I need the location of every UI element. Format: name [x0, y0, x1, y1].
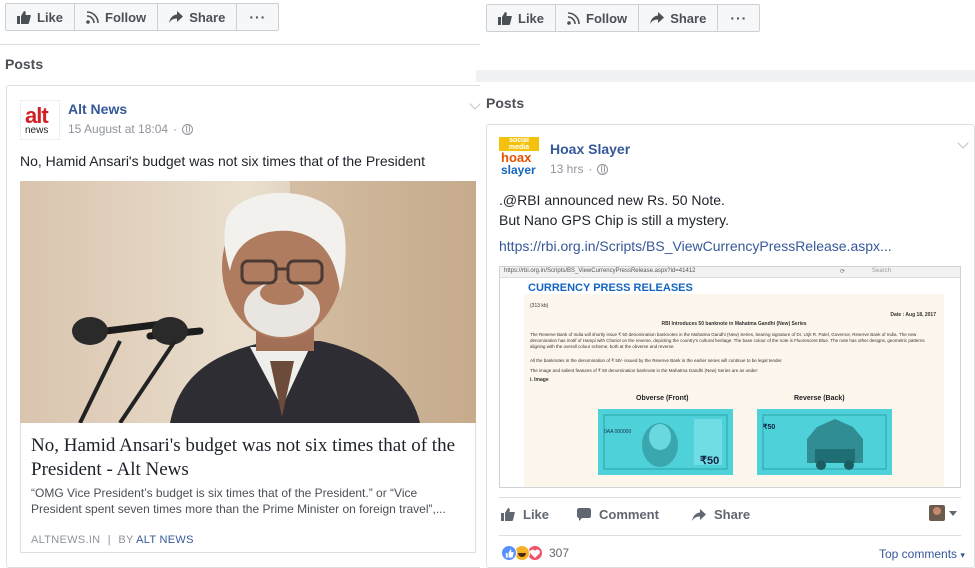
comment-icon	[577, 508, 591, 521]
divider-band	[476, 70, 975, 82]
post-url-link[interactable]: https://rbi.org.in/Scripts/BS_ViewCurren…	[499, 238, 892, 254]
release-date: Date : Aug 18, 2017	[890, 312, 936, 318]
chevron-down-icon[interactable]	[957, 137, 969, 149]
image-label: i. Image	[530, 377, 549, 383]
pdf-size: (313 kb)	[530, 303, 549, 309]
post-timestamp[interactable]: 13 hrs	[550, 162, 583, 176]
separator-dot: ·	[588, 162, 593, 176]
page-name-link[interactable]: Alt News	[68, 101, 127, 117]
share-post-button[interactable]: Share	[692, 507, 750, 522]
rbi-content: (313 kb) Date : Aug 18, 2017 RBI Introdu…	[524, 294, 944, 487]
reverse-label: Reverse (Back)	[794, 395, 845, 402]
top-comments-filter[interactable]: Top comments ▾	[879, 547, 965, 561]
right-page-pane: Like Follow Share ··· Posts social media…	[476, 0, 975, 568]
like-label: Like	[518, 10, 545, 26]
globe-icon[interactable]	[182, 123, 194, 135]
logo-band: social media	[499, 137, 539, 151]
attached-screenshot[interactable]: https://rbi.org.in/Scripts/BS_ViewCurren…	[499, 266, 961, 488]
release-para-1: The Reserve Bank of India will shortly i…	[530, 332, 925, 349]
share-label: Share	[189, 9, 226, 25]
note-value-front: ₹50	[700, 455, 720, 467]
note-reverse-image	[757, 409, 892, 475]
comment-button[interactable]: Comment	[577, 507, 659, 522]
comment-label: Comment	[599, 507, 659, 522]
post-card-altnews: alt news Alt News 15 August at 18:04 · N…	[6, 85, 480, 568]
page-action-bar: Like Follow Share ···	[486, 4, 761, 32]
rbi-heading: CURRENCY PRESS RELEASES	[528, 282, 693, 294]
obverse-label: Obverse (Front)	[636, 395, 689, 402]
rss-icon	[86, 10, 99, 24]
thumbs-up-icon	[498, 11, 512, 25]
post-text: .@RBI announced new Rs. 50 Note. But Nan…	[499, 190, 969, 230]
divider	[499, 535, 961, 536]
posts-section-title: Posts	[5, 56, 44, 72]
post-timestamp[interactable]: 15 August at 18:04	[68, 122, 168, 136]
post-text: No, Hamid Ansari's budget was not six ti…	[20, 153, 425, 169]
release-title: RBI Introduces 50 banknote in Mahatma Ga…	[661, 321, 807, 327]
reactions-summary[interactable]: 307	[501, 545, 569, 561]
share-arrow-icon	[169, 11, 184, 23]
release-para-3: The image and salient features of ₹ 50 d…	[530, 368, 759, 373]
divider	[0, 44, 480, 45]
logo-line-social: social	[509, 137, 529, 144]
divider	[499, 497, 961, 498]
posts-section-title: Posts	[486, 95, 525, 111]
thumbs-up-icon	[501, 508, 515, 521]
follow-label: Follow	[586, 10, 628, 26]
browser-search: Search	[872, 268, 892, 274]
browser-bar: https://rbi.org.in/Scripts/BS_ViewCurren…	[500, 267, 960, 278]
post-meta: 15 August at 18:04 ·	[68, 122, 194, 136]
hoaxslayer-avatar[interactable]: social media hoax slayer	[499, 137, 539, 177]
logo-subtext: news	[25, 125, 49, 136]
follow-page-button[interactable]: Follow	[556, 5, 640, 31]
link-preview-frame	[20, 423, 476, 553]
serial-number: 0AA 000000	[604, 429, 632, 435]
share-label: Share	[714, 507, 751, 522]
like-label: Like	[523, 507, 550, 522]
share-label: Share	[670, 10, 707, 26]
caret-down-icon	[949, 510, 957, 516]
post-text-line: But Nano GPS Chip is still a mystery.	[499, 212, 730, 228]
browser-url: https://rbi.org.in/Scripts/BS_ViewCurren…	[504, 268, 696, 274]
top-comments-label: Top comments	[879, 547, 958, 561]
link-preview-photo[interactable]	[20, 181, 476, 423]
share-arrow-icon	[692, 508, 706, 521]
post-card-hoaxslayer: social media hoax slayer Hoax Slayer 13 …	[486, 124, 975, 568]
separator-dot: ·	[173, 122, 178, 136]
thumbs-up-icon	[17, 10, 31, 24]
left-page-pane: Like Follow Share ··· Posts alt news Alt…	[0, 0, 480, 568]
refresh-icon: ⟳	[840, 269, 846, 275]
more-options-button[interactable]: ···	[718, 5, 759, 31]
release-para-2: All the banknotes in the denomination of…	[530, 358, 783, 363]
more-options-button[interactable]: ···	[237, 4, 278, 30]
caret-down-icon: ▾	[960, 550, 965, 560]
reactions-count: 307	[549, 546, 570, 560]
rss-icon	[567, 11, 580, 25]
follow-page-button[interactable]: Follow	[75, 4, 159, 30]
altnews-avatar[interactable]: alt news	[20, 100, 60, 140]
share-page-button[interactable]: Share	[639, 5, 719, 31]
user-avatar	[929, 505, 945, 521]
page-action-bar: Like Follow Share ···	[5, 3, 280, 31]
like-post-button[interactable]: Like	[501, 507, 549, 522]
post-as-selector[interactable]	[929, 505, 957, 521]
like-reaction-icon	[501, 545, 517, 561]
share-page-button[interactable]: Share	[158, 4, 238, 30]
post-text-line: .@RBI announced new Rs. 50 Note.	[499, 192, 725, 208]
note-value-back: ₹50	[763, 424, 776, 431]
post-meta: 13 hrs ·	[550, 162, 609, 176]
follow-label: Follow	[105, 9, 147, 25]
page-name-link[interactable]: Hoax Slayer	[550, 141, 630, 157]
share-arrow-icon	[650, 12, 665, 24]
like-page-button[interactable]: Like	[6, 4, 76, 30]
globe-icon[interactable]	[597, 163, 609, 175]
like-label: Like	[37, 9, 64, 25]
like-page-button[interactable]: Like	[487, 5, 557, 31]
logo-line-slayer: slayer	[501, 163, 536, 177]
